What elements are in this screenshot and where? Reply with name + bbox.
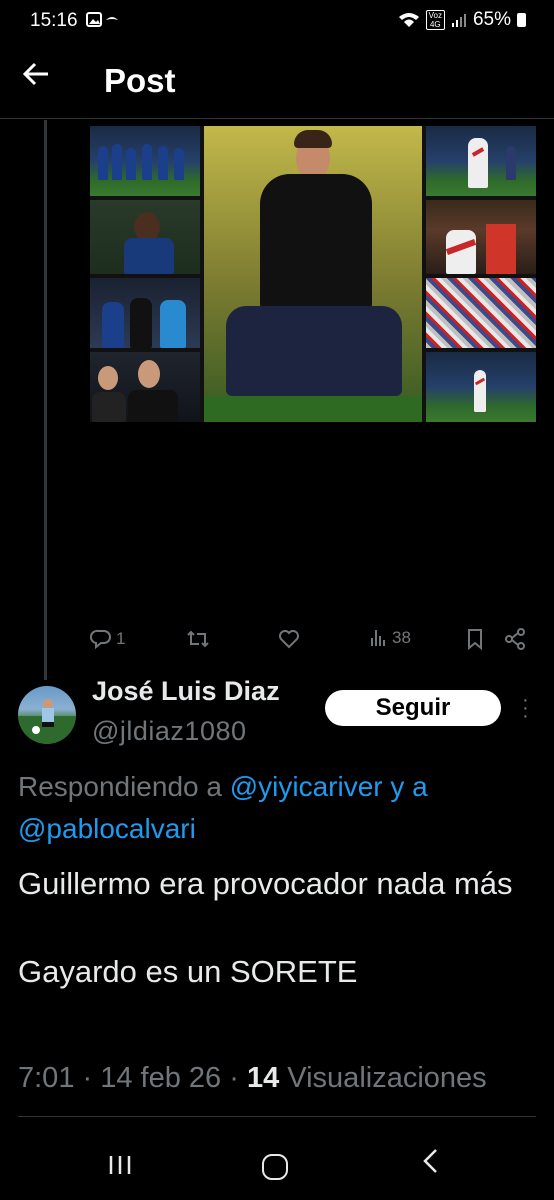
post-time: 7:01 [18, 1062, 75, 1094]
post-text: Guillermo era provocador nada más Gayard… [18, 862, 538, 994]
wifi-icon [398, 13, 419, 27]
volte-badge: Voz 4G [425, 10, 445, 30]
system-navigation-bar [0, 1140, 554, 1200]
views-chart-icon [371, 630, 385, 646]
post-image-collage[interactable] [90, 126, 536, 422]
reply-icon [90, 629, 111, 650]
photo-coach-kneeling [204, 126, 422, 422]
follow-button[interactable]: Seguir [325, 690, 501, 726]
more-options-icon[interactable]: · · · [522, 690, 529, 726]
notification-icons [86, 12, 120, 31]
photo-player-sad [90, 200, 200, 274]
back-icon[interactable] [422, 1148, 440, 1174]
photo-coaches [90, 352, 200, 422]
reply-count: 1 [116, 629, 126, 648]
photo-stadium-player [426, 352, 536, 422]
top-app-bar: Post [0, 48, 554, 119]
bookmark-icon [468, 629, 482, 650]
views-total: 14 [246, 1062, 280, 1094]
photo-team-lineup [90, 126, 200, 196]
post-text-line: Gayardo es un SORETE [18, 954, 358, 989]
football-player-avatar-icon [18, 699, 76, 744]
views-action[interactable]: 38 [370, 628, 411, 648]
post-action-bar: 1 38 [90, 628, 536, 658]
views-count: 38 [392, 628, 411, 647]
status-bar: 15:16 Voz 4G 65% [0, 0, 554, 44]
photo-river-celebration [426, 126, 536, 196]
bookmark-action[interactable] [466, 628, 484, 650]
photo-bench [90, 278, 200, 348]
gallery-icon [86, 12, 118, 27]
signal-icon [451, 14, 466, 27]
status-right: Voz 4G 65% [398, 9, 526, 31]
mention-link[interactable]: @pablocalvari [18, 813, 196, 844]
back-arrow-icon[interactable] [22, 60, 50, 96]
reply-action[interactable]: 1 [90, 628, 125, 650]
avatar[interactable] [18, 686, 76, 744]
thread-connector-line [44, 120, 47, 680]
replying-to-line: Respondiendo a @yiyicariver y a @pabloca… [18, 771, 428, 844]
retweet-icon [187, 630, 209, 648]
recents-icon[interactable] [108, 1154, 132, 1176]
photo-trophy-celebration [426, 278, 536, 348]
home-icon[interactable] [262, 1154, 288, 1180]
status-time: 15:16 [30, 10, 78, 31]
post-metadata: 7:01 · 14 feb 26 · 14 Visualizaciones [18, 1062, 487, 1094]
battery-icon [517, 13, 526, 27]
author-handle[interactable]: @jldiaz1080 [92, 716, 247, 747]
like-action[interactable] [278, 628, 304, 650]
page-title: Post [104, 62, 176, 99]
share-action[interactable] [504, 628, 526, 650]
divider [18, 1116, 536, 1117]
mention-link[interactable]: @yiyicariver [230, 771, 383, 802]
battery-percent: 65% [472, 9, 511, 30]
post-text-line: Guillermo era provocador nada más [18, 866, 513, 901]
post-date: 14 feb 26 [100, 1062, 222, 1094]
photo-river-players-cheer [426, 200, 536, 274]
heart-icon [279, 630, 299, 649]
share-icon [505, 628, 525, 650]
retweet-action[interactable] [186, 628, 214, 650]
author-name[interactable]: José Luis Diaz [92, 676, 280, 707]
